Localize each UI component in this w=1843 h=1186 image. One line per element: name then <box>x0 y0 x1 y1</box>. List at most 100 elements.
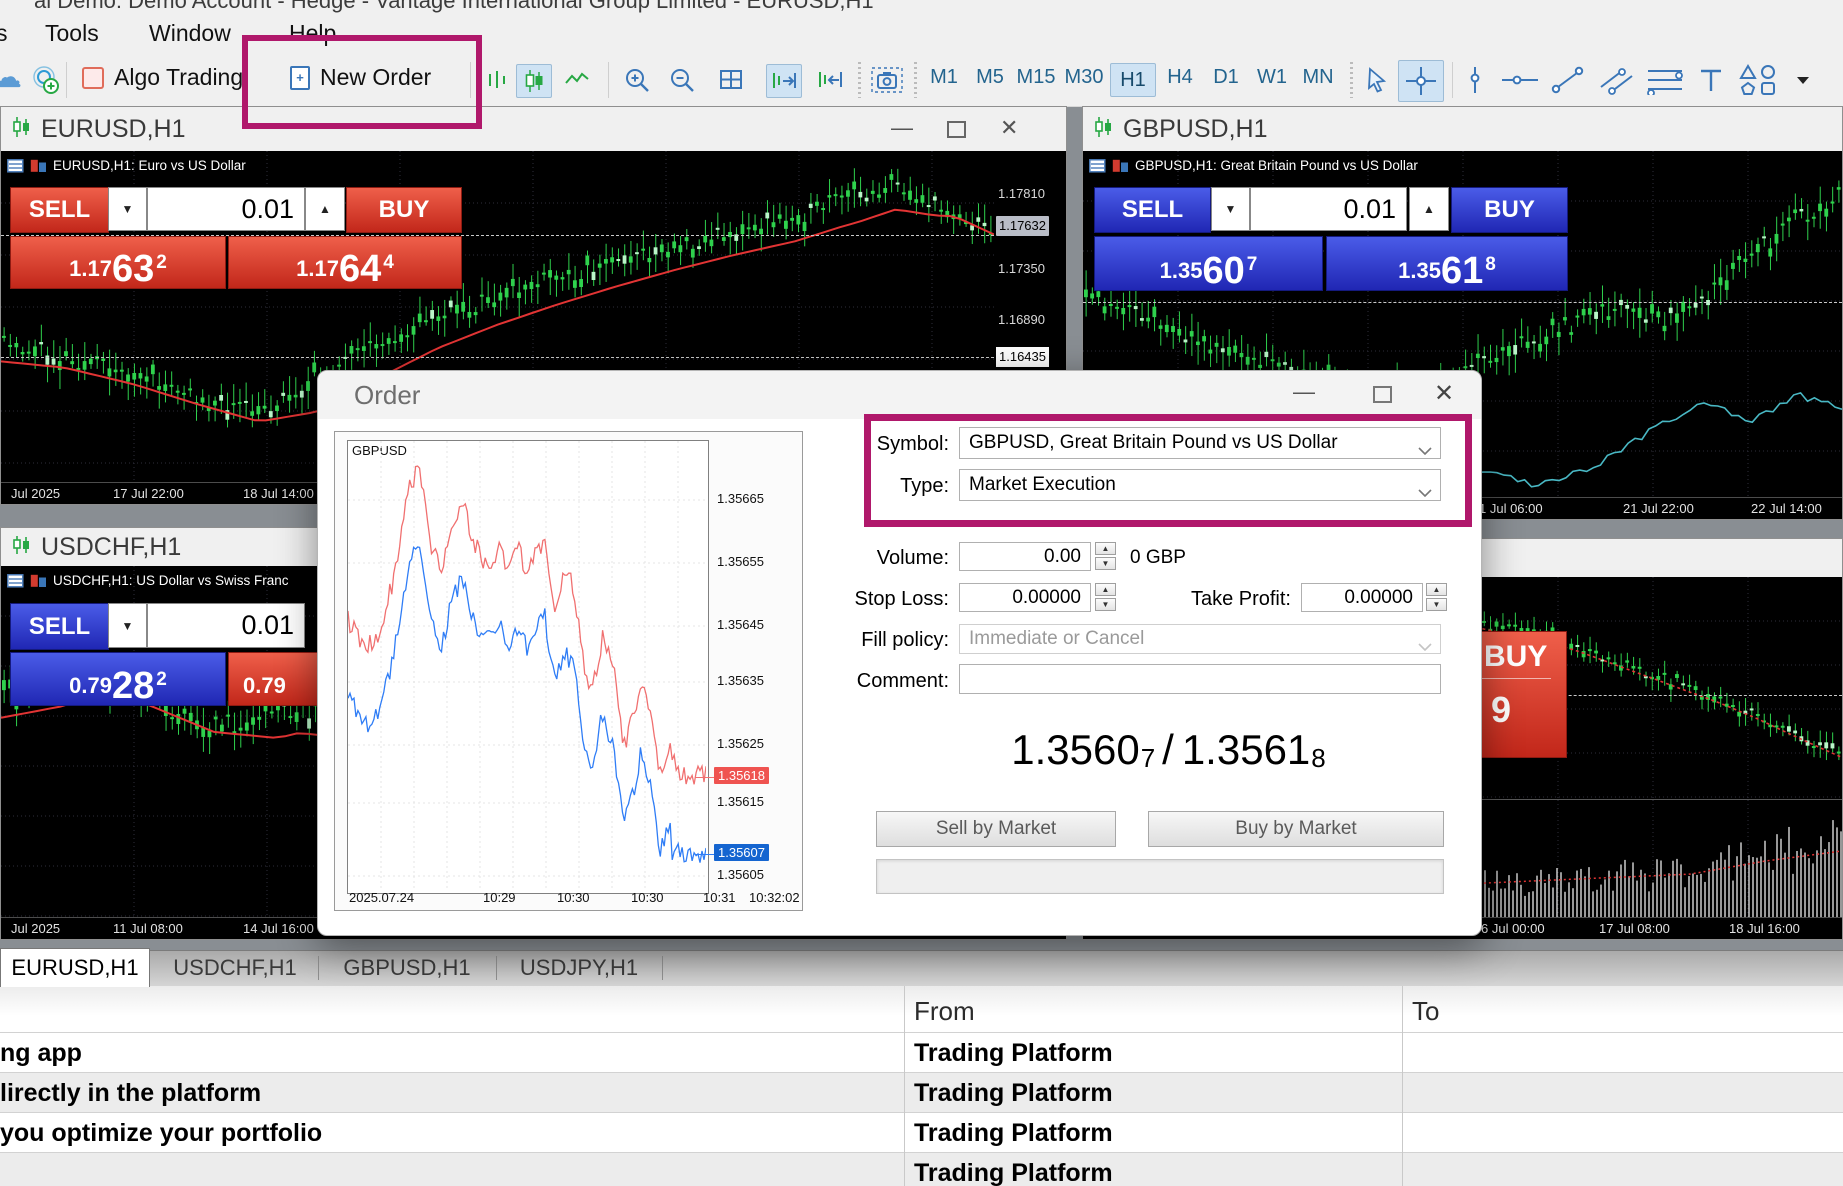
eurusd-bid-price[interactable]: 1.17 63 2 <box>10 236 226 289</box>
data-window-icon <box>1089 159 1106 173</box>
eurusd-sell-button[interactable]: SELL <box>10 187 109 233</box>
bid-prefix: 1.35 <box>1160 258 1203 290</box>
gbpusd-bid-price[interactable]: 1.35 60 7 <box>1094 236 1323 291</box>
zoom-out-icon[interactable] <box>665 64 699 96</box>
timeframe-d1[interactable]: D1 <box>1204 66 1248 89</box>
eurusd-volume-input[interactable]: 0.01 <box>147 187 305 231</box>
screenshot-icon[interactable] <box>868 64 906 96</box>
window-titlebar: al Demo: Demo Account - Hedge - Vantage … <box>0 0 1843 14</box>
horizontal-line-icon[interactable] <box>1498 64 1542 96</box>
usdchf-chart-label: USDCHF,H1: US Dollar vs Swiss Franc <box>53 573 289 588</box>
spinner-down-icon[interactable]: ▼ <box>1426 598 1447 611</box>
gbpusd-volume-up-button[interactable]: ▲ <box>1409 187 1449 231</box>
volume-input[interactable]: 0.00 <box>959 542 1091 571</box>
eurusd-chart-label: EURUSD,H1: Euro vs US Dollar <box>53 158 246 173</box>
stop-loss-input[interactable]: 0.00000 <box>959 583 1091 612</box>
cloud-icon[interactable]: ☁ <box>0 60 22 95</box>
menu-item-help[interactable]: Help <box>289 20 336 47</box>
bar-chart-icon[interactable] <box>480 64 514 96</box>
table-row: you optimize your portfolio Trading Plat… <box>0 1112 1843 1152</box>
menu-item-tools[interactable]: Tools <box>45 20 99 47</box>
crosshair-icon[interactable] <box>1398 60 1444 102</box>
close-icon[interactable]: ✕ <box>1434 379 1454 408</box>
maximize-icon[interactable] <box>947 121 966 138</box>
fibonacci-icon[interactable] <box>1644 64 1688 96</box>
buy-by-market-button[interactable]: Buy by Market <box>1148 811 1444 847</box>
order-progress-strip <box>876 859 1444 894</box>
spinner-up-icon[interactable]: ▲ <box>1426 583 1447 596</box>
timeframe-m1[interactable]: M1 <box>922 66 966 89</box>
line-chart-icon[interactable] <box>560 64 594 96</box>
algo-trading-button[interactable]: Algo Trading <box>82 64 243 91</box>
eurusd-buy-button[interactable]: BUY <box>346 187 462 233</box>
eurusd-volume-down-button[interactable]: ▼ <box>108 187 147 231</box>
take-profit-input[interactable]: 0.00000 <box>1301 583 1423 612</box>
maximize-icon[interactable] <box>1373 386 1392 403</box>
gbpusd-buy-button[interactable]: BUY <box>1451 187 1568 233</box>
channel-icon[interactable] <box>1596 64 1638 96</box>
price-scale-label: 1.17350 <box>998 259 1045 279</box>
stop-loss-label: Stop Loss: <box>799 588 949 611</box>
bid-tag-line <box>695 854 714 855</box>
eurusd-volume-up-button[interactable]: ▲ <box>305 187 345 231</box>
symbol-label: Symbol: <box>799 433 949 456</box>
tools-dropdown-icon[interactable] <box>1790 64 1816 96</box>
minimize-icon[interactable]: — <box>891 115 913 141</box>
spinner-up-icon[interactable]: ▲ <box>1095 583 1116 596</box>
timeframe-h4[interactable]: H4 <box>1158 66 1202 89</box>
close-icon[interactable]: ✕ <box>1000 115 1018 141</box>
usdchf-bid-price[interactable]: 0.79 28 2 <box>10 652 226 706</box>
bid-prefix: 0.79 <box>69 673 112 705</box>
menu-item-fragment[interactable]: s <box>0 20 8 47</box>
tick-scale-label: 1.35645 <box>717 616 797 634</box>
order-dialog: Order — ✕ GBPUSD 1.35665 1.35655 1.35645… <box>317 370 1482 936</box>
broadcast-add-icon[interactable] <box>28 64 62 96</box>
auto-scroll-icon[interactable] <box>766 64 802 98</box>
gbpusd-volume-down-button[interactable]: ▼ <box>1211 187 1250 231</box>
symbol-select[interactable]: GBPUSD, Great Britain Pound vs US Dollar <box>959 427 1441 459</box>
timeframe-m15[interactable]: M15 <box>1014 66 1058 89</box>
tick-axis-label: 10:31 <box>703 890 736 905</box>
zoom-in-icon[interactable] <box>620 64 654 96</box>
sell-by-market-button[interactable]: Sell by Market <box>876 811 1116 847</box>
spinner-down-icon[interactable]: ▼ <box>1095 598 1116 611</box>
order-dialog-titlebar[interactable]: Order — ✕ <box>318 371 1481 419</box>
trendline-icon[interactable] <box>1548 64 1588 96</box>
menu-item-window[interactable]: Window <box>149 20 231 47</box>
timeframe-m5[interactable]: M5 <box>968 66 1012 89</box>
toolbar-separator <box>858 62 861 98</box>
vertical-line-icon[interactable] <box>1458 64 1492 96</box>
ask-big: 61 <box>1441 252 1483 290</box>
usdchf-sell-button[interactable]: SELL <box>10 603 109 650</box>
tab-gbpusd[interactable]: GBPUSD,H1 <box>322 950 492 986</box>
timeframe-m30[interactable]: M30 <box>1062 66 1106 89</box>
usdchf-volume-input[interactable]: 0.01 <box>147 603 305 648</box>
chart-shift-icon[interactable] <box>810 64 844 96</box>
gbpusd-sell-button[interactable]: SELL <box>1094 187 1211 233</box>
candlestick-symbol-icon <box>1093 115 1113 144</box>
tile-windows-icon[interactable] <box>714 64 748 96</box>
spinner-down-icon[interactable]: ▼ <box>1095 557 1116 570</box>
tab-separator <box>496 956 497 980</box>
cursor-icon[interactable] <box>1360 64 1394 96</box>
timeframe-mn[interactable]: MN <box>1296 66 1340 89</box>
minimize-icon[interactable]: — <box>1293 379 1315 405</box>
fill-policy-select[interactable]: Immediate or Cancel <box>959 624 1441 654</box>
type-select[interactable]: Market Execution <box>959 469 1441 501</box>
tab-usdchf[interactable]: USDCHF,H1 <box>156 950 314 986</box>
window-gbpusd-titlebar[interactable]: GBPUSD,H1 <box>1083 107 1842 151</box>
shapes-icon[interactable] <box>1736 64 1782 96</box>
eurusd-ask-price[interactable]: 1.17 64 4 <box>228 236 462 289</box>
spinner-up-icon[interactable]: ▲ <box>1095 542 1116 555</box>
text-tool-icon[interactable] <box>1694 64 1728 96</box>
gbpusd-ask-price[interactable]: 1.35 61 8 <box>1326 236 1568 291</box>
comment-input[interactable] <box>959 664 1441 694</box>
candlestick-chart-icon[interactable] <box>516 64 552 98</box>
gbpusd-volume-input[interactable]: 0.01 <box>1250 187 1407 231</box>
timeframe-h1[interactable]: H1 <box>1110 63 1156 97</box>
new-order-button[interactable]: + New Order <box>290 64 431 91</box>
tab-eurusd[interactable]: EURUSD,H1 <box>0 948 150 987</box>
timeframe-w1[interactable]: W1 <box>1250 66 1294 89</box>
tab-usdjpy[interactable]: USDJPY,H1 <box>500 950 658 986</box>
usdchf-volume-down-button[interactable]: ▼ <box>108 603 147 648</box>
